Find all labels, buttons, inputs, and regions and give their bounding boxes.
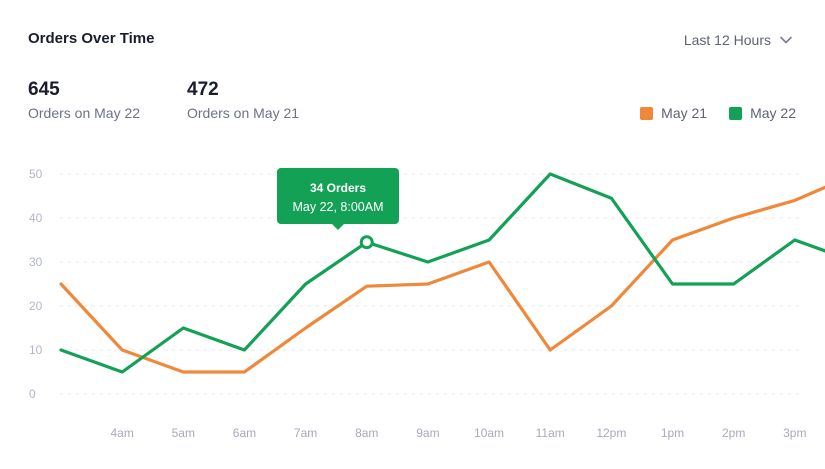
x-tick-label: 10am (474, 426, 504, 440)
x-tick-label: 5am (172, 426, 195, 440)
x-tick-label: 6am (233, 426, 256, 440)
series-line-may-21 (59, 185, 825, 374)
x-tick-label: 2pm (722, 426, 745, 440)
y-tick-label: 20 (29, 299, 43, 313)
x-tick-label: 1pm (661, 426, 684, 440)
x-tick-label: 8am (355, 426, 378, 440)
x-tick-label: 7am (294, 426, 317, 440)
y-tick-label: 10 (29, 343, 43, 357)
x-tick-label: 3pm (783, 426, 806, 440)
y-tick-label: 0 (29, 387, 36, 401)
tooltip-arrow (332, 224, 344, 230)
tooltip-date: May 22, 8:00AM (292, 200, 384, 214)
data-tooltip: 34 Orders May 22, 8:00AM (277, 168, 399, 230)
tooltip-value: 34 Orders (309, 181, 367, 195)
highlight-point (359, 235, 374, 250)
series-line-may-22 (59, 172, 825, 374)
y-tick-label: 30 (29, 255, 43, 269)
y-tick-label: 50 (29, 167, 43, 181)
y-tick-label: 40 (29, 211, 43, 225)
x-tick-label: 12pm (596, 426, 626, 440)
x-tick-label: 9am (416, 426, 439, 440)
x-tick-label: 11am (536, 426, 565, 440)
line-chart: 0 10 20 30 40 50 4am 5am 6am 7am 8am 9am 10am 11am 12p… (29, 167, 825, 440)
x-tick-label: 4am (110, 426, 133, 440)
